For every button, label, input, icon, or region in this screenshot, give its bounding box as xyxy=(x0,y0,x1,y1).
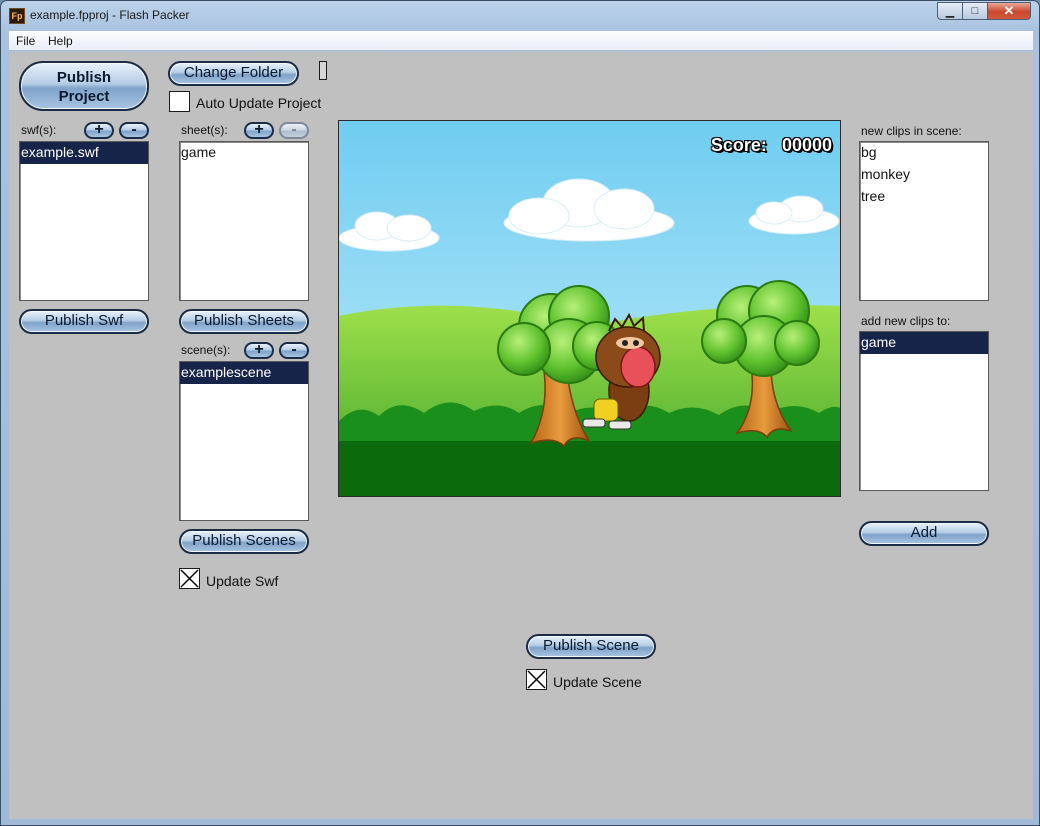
add-clips-label: Add xyxy=(910,524,938,541)
update-swf-checkbox[interactable] xyxy=(179,568,200,589)
auto-update-project-checkbox[interactable] xyxy=(169,91,190,112)
app-icon: Fp xyxy=(9,8,25,24)
menu-file[interactable]: File xyxy=(16,34,35,48)
minimize-button[interactable]: ▁ xyxy=(937,2,963,20)
minus-icon: - xyxy=(291,341,297,358)
minus-icon: - xyxy=(131,121,137,138)
scene-illustration xyxy=(339,121,840,496)
maximize-icon: □ xyxy=(971,5,979,17)
checked-x-icon xyxy=(180,569,199,588)
score-value: 00000 xyxy=(781,135,832,155)
remove-scene-button[interactable]: - xyxy=(279,342,309,359)
publish-sheets-label: Publish Sheets xyxy=(193,312,295,329)
remove-swf-button[interactable]: - xyxy=(119,122,149,139)
menu-help[interactable]: Help xyxy=(48,34,73,48)
scene-list-label: scene(s): xyxy=(181,343,231,357)
window-title: example.fpproj - Flash Packer xyxy=(30,8,190,22)
update-scene-checkbox[interactable] xyxy=(526,669,547,690)
publish-scenes-label: Publish Scenes xyxy=(192,532,296,549)
publish-project-button[interactable]: Publish Project xyxy=(19,61,149,111)
list-item[interactable]: game xyxy=(860,332,988,354)
title-bar[interactable]: Fp example.fpproj - Flash Packer ▁ □ ✕ xyxy=(1,1,1039,30)
plus-icon: + xyxy=(254,341,264,358)
add-sheet-button[interactable]: + xyxy=(244,122,274,139)
add-clips-button[interactable]: Add xyxy=(859,521,989,546)
close-button[interactable]: ✕ xyxy=(987,2,1031,20)
update-scene-label: Update Scene xyxy=(553,674,642,690)
remove-sheet-button[interactable]: - xyxy=(279,122,309,139)
auto-update-project-label: Auto Update Project xyxy=(196,95,322,111)
new-clips-label: new clips in scene: xyxy=(861,124,962,138)
publish-project-label: Publish Project xyxy=(56,69,112,105)
window-controls: ▁ □ ✕ xyxy=(937,2,1031,20)
add-swf-button[interactable]: + xyxy=(84,122,114,139)
publish-scenes-button[interactable]: Publish Scenes xyxy=(179,529,309,554)
checked-x-icon xyxy=(527,670,546,689)
maximize-button[interactable]: □ xyxy=(962,2,988,20)
update-swf-label: Update Swf xyxy=(206,573,279,589)
swf-list-label: swf(s): xyxy=(21,123,57,137)
list-item[interactable]: examplescene xyxy=(180,362,308,384)
add-scene-button[interactable]: + xyxy=(244,342,274,359)
publish-swf-label: Publish Swf xyxy=(44,312,124,329)
swf-list[interactable]: example.swf xyxy=(19,141,149,301)
target-sheet-list[interactable]: game xyxy=(859,331,989,491)
folder-indicator xyxy=(319,61,327,80)
scene-preview[interactable]: Score: 00000 xyxy=(338,120,841,497)
publish-swf-button[interactable]: Publish Swf xyxy=(19,309,149,334)
new-clips-list[interactable]: bg monkey tree xyxy=(859,141,989,301)
list-item[interactable]: game xyxy=(180,142,308,164)
list-item[interactable]: example.swf xyxy=(20,142,148,164)
publish-scene-button[interactable]: Publish Scene xyxy=(526,634,656,659)
ground xyxy=(339,441,840,496)
list-item[interactable]: tree xyxy=(860,186,988,208)
change-folder-button[interactable]: Change Folder xyxy=(168,61,299,86)
score-label: Score: xyxy=(710,135,767,155)
close-icon: ✕ xyxy=(1003,3,1015,18)
plus-icon: + xyxy=(254,121,264,138)
plus-icon: + xyxy=(94,121,104,138)
add-to-label: add new clips to: xyxy=(861,314,951,328)
change-folder-label: Change Folder xyxy=(183,64,284,81)
minimize-icon: ▁ xyxy=(945,5,955,18)
list-item[interactable]: monkey xyxy=(860,164,988,186)
app-window: Fp example.fpproj - Flash Packer ▁ □ ✕ F… xyxy=(0,0,1040,826)
publish-sheets-button[interactable]: Publish Sheets xyxy=(179,309,309,334)
main-panel: Publish Project Change Folder Auto Updat… xyxy=(9,52,1033,819)
scene-list[interactable]: examplescene xyxy=(179,361,309,521)
menu-bar: File Help xyxy=(9,31,1033,51)
publish-scene-label: Publish Scene xyxy=(543,637,639,654)
score-display: Score: 00000 xyxy=(711,135,832,156)
list-item[interactable]: bg xyxy=(860,142,988,164)
sheet-list[interactable]: game xyxy=(179,141,309,301)
minus-icon: - xyxy=(291,121,297,138)
sheet-list-label: sheet(s): xyxy=(181,123,228,137)
